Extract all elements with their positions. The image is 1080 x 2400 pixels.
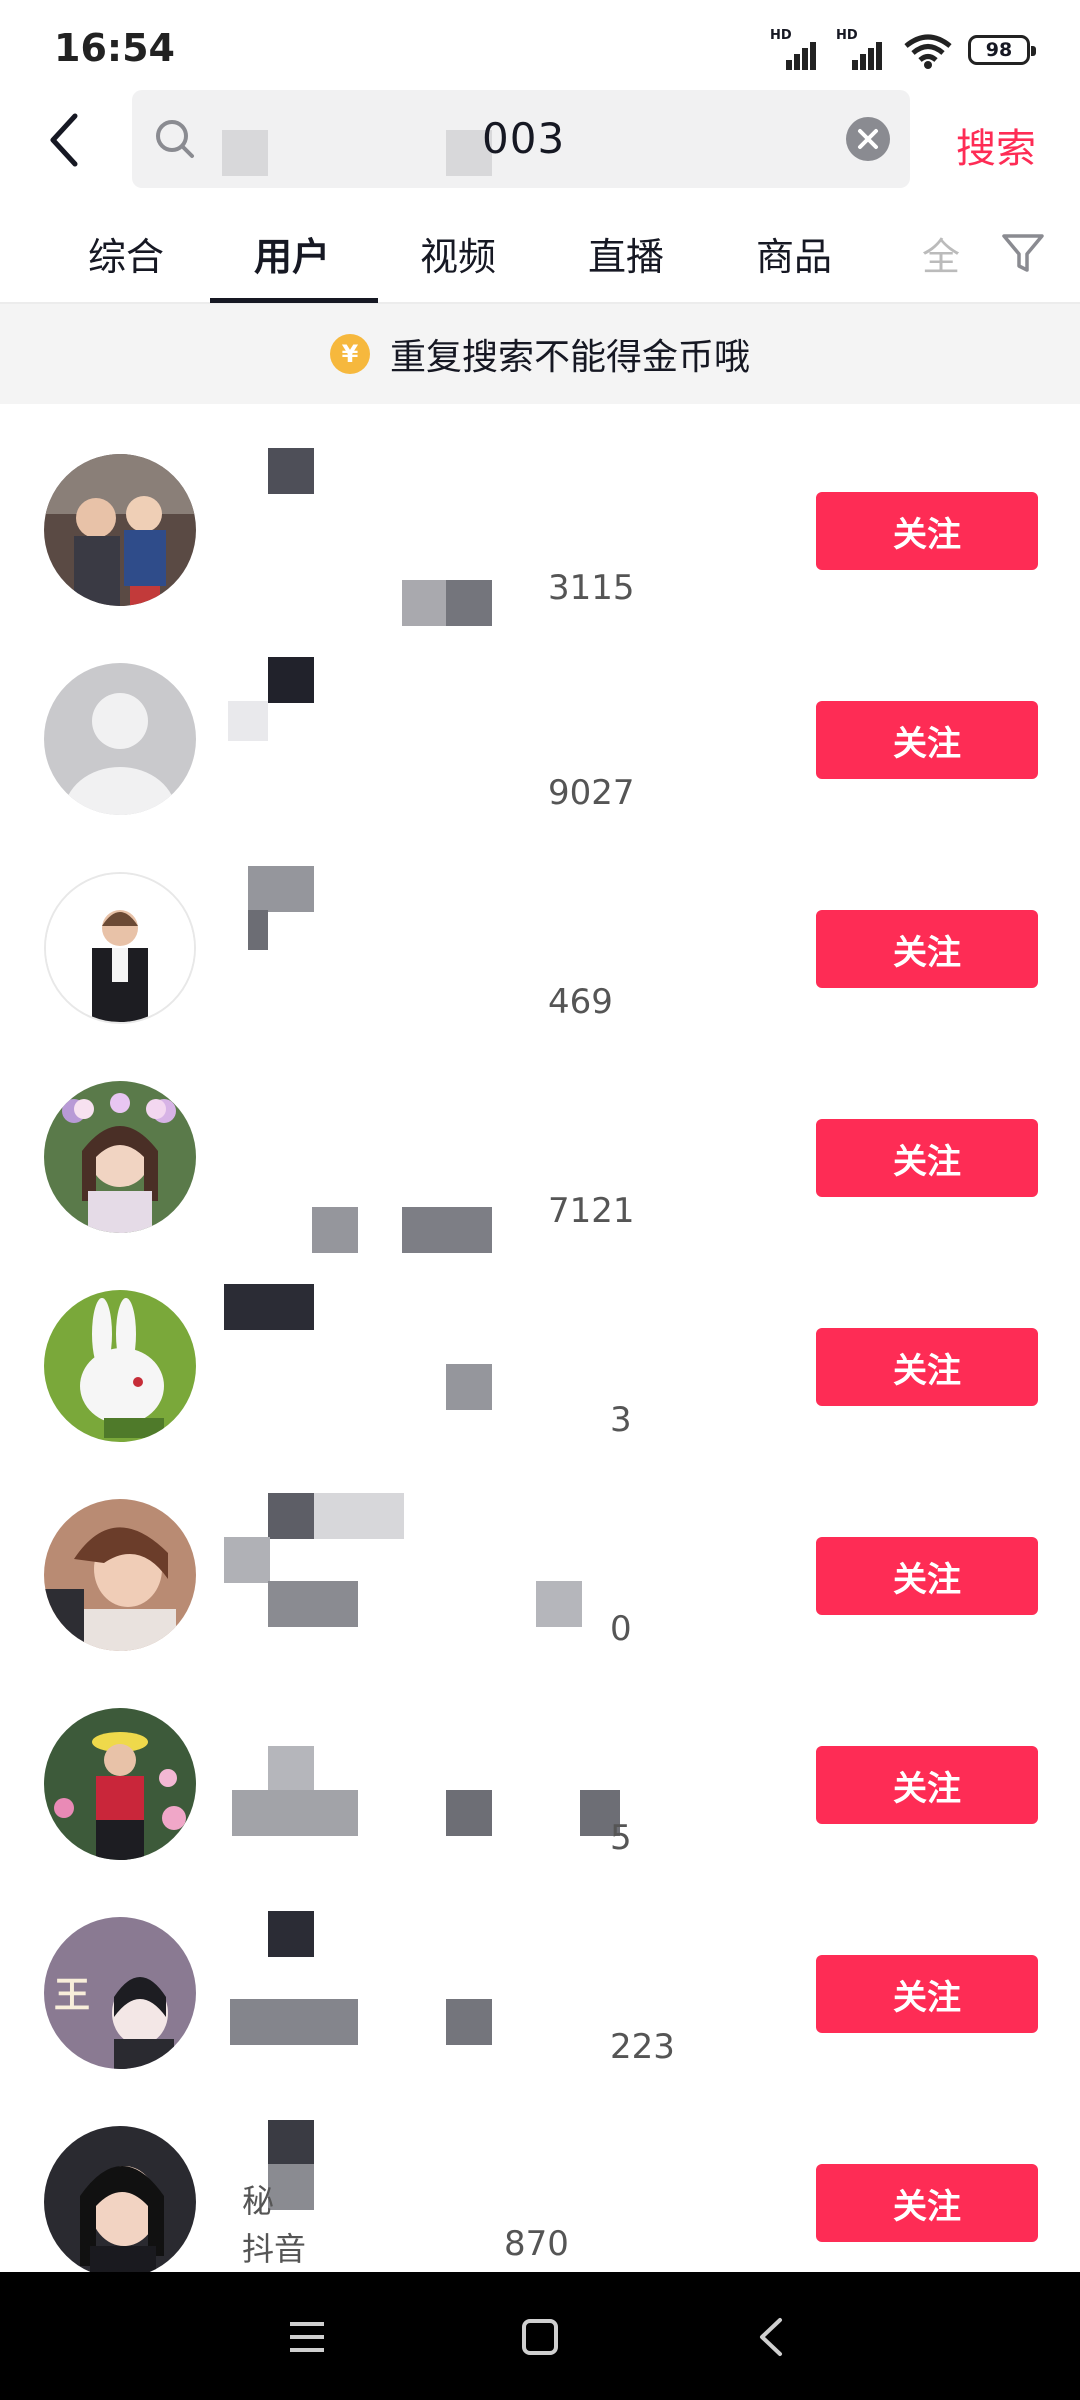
user-row[interactable]: 0 关注	[0, 1449, 1080, 1658]
follow-button[interactable]: 关注	[816, 910, 1038, 988]
redacted-id-mosaic	[446, 1999, 492, 2045]
follow-button[interactable]: 关注	[816, 1328, 1038, 1406]
avatar[interactable]	[44, 454, 196, 606]
user-row[interactable]: 9027 关注	[0, 613, 1080, 822]
wifi-icon	[904, 34, 952, 69]
redacted-name-mosaic	[268, 657, 314, 703]
signal-icon: HD	[836, 28, 888, 72]
redacted-id-mosaic	[232, 1790, 358, 1836]
back-arrow-icon	[50, 113, 78, 167]
user-id: 223	[610, 2027, 675, 2067]
redacted-name-mosaic	[224, 1284, 314, 1330]
user-id: 3115	[548, 568, 635, 608]
redacted-name-mosaic	[268, 448, 314, 494]
avatar[interactable]	[44, 1499, 196, 1651]
follow-button[interactable]: 关注	[816, 701, 1038, 779]
notice-banner: ¥ 重复搜索不能得金币哦	[0, 304, 1080, 404]
redacted-query-mosaic	[222, 130, 268, 176]
search-icon	[156, 120, 194, 158]
redacted-name-mosaic	[248, 866, 314, 912]
redacted-name-mosaic	[268, 1493, 314, 1539]
follow-button[interactable]: 关注	[816, 2164, 1038, 2242]
notice-text: 重复搜索不能得金币哦	[389, 337, 750, 378]
follow-button[interactable]: 关注	[816, 1537, 1038, 1615]
search-query-text: 003	[482, 114, 566, 163]
user-id: 5	[610, 1818, 632, 1858]
follow-button[interactable]: 关注	[816, 492, 1038, 570]
user-id: 0	[610, 1609, 632, 1649]
redacted-name-mosaic	[268, 1911, 314, 1957]
user-row[interactable]: 5 关注	[0, 1658, 1080, 1867]
redacted-id-mosaic	[446, 1790, 492, 1836]
back-button[interactable]	[40, 110, 90, 170]
status-time: 16:54	[54, 26, 175, 70]
svg-text:王: 王	[54, 1974, 90, 2016]
tab-live[interactable]: 直播	[588, 226, 664, 281]
redacted-name-mosaic	[228, 701, 268, 741]
clear-search-button[interactable]	[846, 117, 890, 161]
coin-icon: ¥	[329, 334, 370, 374]
close-icon	[858, 129, 878, 149]
avatar[interactable]: 王	[44, 1917, 196, 2069]
search-input[interactable]: 003	[132, 90, 910, 188]
user-id: 3	[610, 1400, 632, 1440]
redacted-id-mosaic	[230, 1999, 358, 2045]
redacted-name-mosaic	[314, 1493, 404, 1539]
redacted-id-mosaic	[446, 1364, 492, 1410]
user-id: 870	[504, 2224, 569, 2264]
user-row[interactable]: 469 关注	[0, 822, 1080, 1031]
follow-button[interactable]: 关注	[816, 1746, 1038, 1824]
avatar[interactable]	[44, 2126, 196, 2278]
tab-videos[interactable]: 视频	[420, 226, 496, 281]
user-id: 7121	[548, 1191, 635, 1231]
signal-icon: HD	[770, 28, 822, 72]
user-row[interactable]: 秘 抖音 870 关注	[0, 2076, 1080, 2285]
user-name: 秘	[242, 2182, 275, 2220]
redacted-name-mosaic	[224, 1537, 270, 1583]
user-row[interactable]: 王 223 关注	[0, 1867, 1080, 2076]
user-id: 9027	[548, 773, 635, 813]
search-submit-button[interactable]: 搜索	[956, 116, 1036, 174]
redacted-name-mosaic	[248, 910, 268, 950]
search-tabs: 综合 用户 视频 直播 商品 全	[0, 204, 1080, 304]
home-icon[interactable]	[515, 2312, 565, 2362]
battery-icon: 98	[968, 35, 1036, 65]
system-nav-bar	[0, 2272, 1080, 2400]
user-row[interactable]: 3 关注	[0, 1240, 1080, 1449]
avatar[interactable]	[44, 1081, 196, 1233]
search-header: 003 搜索	[0, 90, 1080, 190]
filter-icon[interactable]	[1000, 230, 1046, 276]
menu-icon[interactable]	[282, 2312, 332, 2362]
tab-products[interactable]: 商品	[756, 226, 832, 281]
tab-users[interactable]: 用户	[254, 226, 330, 281]
user-row[interactable]: 3115 关注	[0, 404, 1080, 626]
redacted-name-mosaic	[268, 2120, 314, 2166]
avatar[interactable]	[44, 872, 196, 1024]
user-id-prefix: 抖音	[242, 2230, 307, 2268]
back-icon[interactable]	[748, 2312, 798, 2362]
avatar[interactable]	[44, 1290, 196, 1442]
follow-button[interactable]: 关注	[816, 1119, 1038, 1197]
redacted-id-mosaic	[536, 1581, 582, 1627]
avatar[interactable]	[44, 1708, 196, 1860]
tab-comprehensive[interactable]: 综合	[88, 226, 164, 281]
redacted-name-mosaic	[268, 2164, 314, 2210]
status-icons: HD HD 98	[770, 28, 1036, 72]
active-tab-indicator	[210, 298, 378, 303]
redacted-name-mosaic	[268, 1746, 314, 1792]
redacted-id-mosaic	[268, 1581, 358, 1627]
follow-button[interactable]: 关注	[816, 1955, 1038, 2033]
avatar[interactable]	[44, 663, 196, 815]
status-bar: 16:54 HD HD 98	[0, 0, 1080, 100]
user-id: 469	[548, 982, 613, 1022]
user-row[interactable]: 7121 关注	[0, 1031, 1080, 1253]
tab-all[interactable]: 全	[922, 226, 960, 281]
